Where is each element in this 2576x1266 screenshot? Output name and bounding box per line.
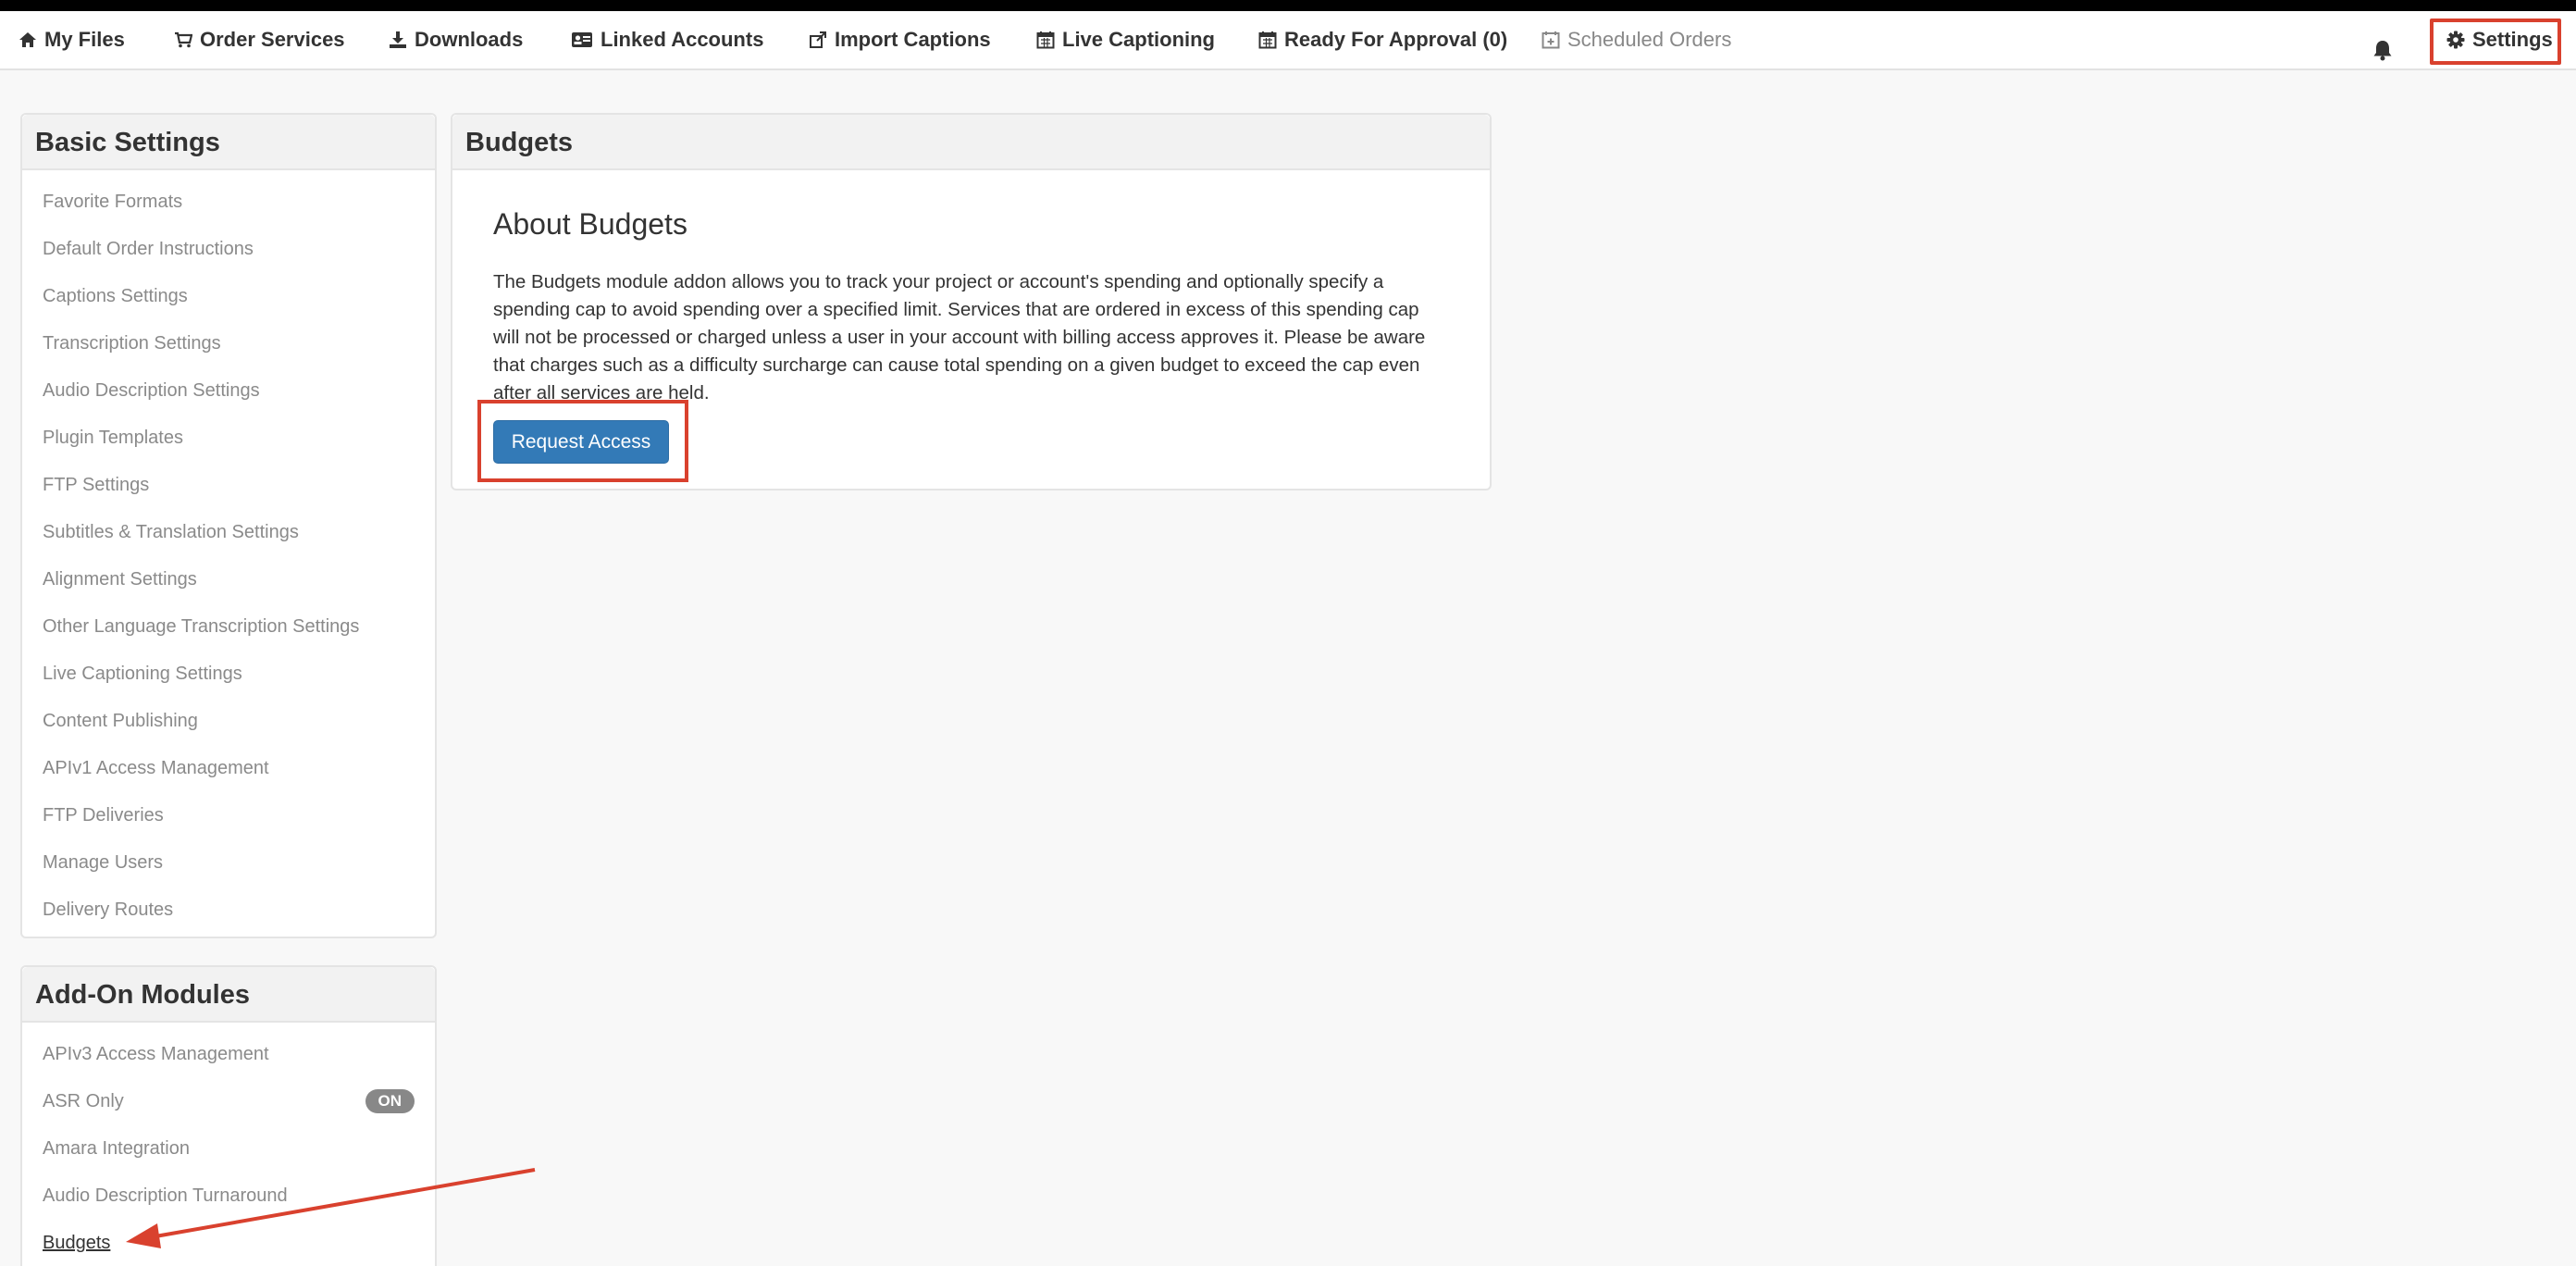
basic-settings-panel: Basic Settings Favorite Formats Default …	[20, 113, 437, 938]
status-badge: ON	[365, 1089, 415, 1113]
basic-settings-title: Basic Settings	[22, 115, 435, 170]
menu-apiv1-access-management[interactable]: APIv1 Access Management	[22, 745, 435, 792]
menu-ftp-settings[interactable]: FTP Settings	[22, 462, 435, 509]
menu-live-captioning-settings[interactable]: Live Captioning Settings	[22, 651, 435, 698]
nav-my-files[interactable]: My Files	[19, 11, 125, 68]
menu-transcription-settings[interactable]: Transcription Settings	[22, 320, 435, 367]
addon-modules-title: Add-On Modules	[22, 967, 435, 1023]
home-icon	[19, 32, 36, 47]
top-black-bar	[0, 0, 2576, 11]
about-budgets-heading: About Budgets	[493, 207, 687, 241]
menu-ftp-deliveries[interactable]: FTP Deliveries	[22, 792, 435, 839]
nav-import-captions-label: Import Captions	[835, 28, 991, 51]
calendar-icon	[1258, 31, 1277, 49]
share-icon	[810, 31, 826, 48]
bell-icon[interactable]	[2372, 39, 2393, 61]
nav-linked-accounts-label: Linked Accounts	[601, 28, 764, 51]
menu-plugin-templates[interactable]: Plugin Templates	[22, 415, 435, 462]
cart-icon	[175, 31, 192, 48]
nav-ready-for-approval[interactable]: Ready For Approval (0)	[1258, 11, 1507, 68]
menu-apiv3-access-management[interactable]: APIv3 Access Management	[22, 1031, 435, 1078]
nav-my-files-label: My Files	[44, 28, 125, 51]
nav-scheduled-orders[interactable]: Scheduled Orders	[1542, 11, 1731, 68]
nav-scheduled-orders-label: Scheduled Orders	[1567, 28, 1732, 51]
budgets-title: Budgets	[452, 115, 1490, 170]
nav-import-captions[interactable]: Import Captions	[809, 11, 991, 68]
menu-other-language-transcription-settings[interactable]: Other Language Transcription Settings	[22, 603, 435, 651]
menu-amara-integration[interactable]: Amara Integration	[22, 1125, 435, 1173]
addon-modules-panel: Add-On Modules APIv3 Access Management A…	[20, 965, 437, 1266]
basic-settings-list: Favorite Formats Default Order Instructi…	[22, 170, 435, 934]
menu-audio-description-settings[interactable]: Audio Description Settings	[22, 367, 435, 415]
menu-alignment-settings[interactable]: Alignment Settings	[22, 556, 435, 603]
top-navbar: My Files Order Services Downloads Linked…	[0, 11, 2576, 70]
request-access-highlight-box	[477, 400, 688, 482]
menu-default-order-instructions[interactable]: Default Order Instructions	[22, 226, 435, 273]
nav-downloads-label: Downloads	[415, 28, 524, 51]
download-icon	[390, 31, 406, 48]
budgets-description: The Budgets module addon allows you to t…	[493, 271, 1426, 403]
nav-downloads[interactable]: Downloads	[389, 11, 523, 68]
menu-budgets[interactable]: Budgets	[22, 1220, 435, 1266]
menu-content-publishing[interactable]: Content Publishing	[22, 698, 435, 745]
menu-audio-description-turnaround[interactable]: Audio Description Turnaround	[22, 1173, 435, 1220]
nav-order-services[interactable]: Order Services	[174, 11, 345, 68]
nav-live-captioning-label: Live Captioning	[1062, 28, 1215, 51]
menu-captions-settings[interactable]: Captions Settings	[22, 273, 435, 320]
settings-highlight-box	[2430, 19, 2561, 65]
addon-modules-list: APIv3 Access Management ASR Only ON Amar…	[22, 1023, 435, 1266]
nav-linked-accounts[interactable]: Linked Accounts	[571, 11, 763, 68]
menu-favorite-formats[interactable]: Favorite Formats	[22, 179, 435, 226]
calendar-icon	[1036, 31, 1055, 49]
menu-manage-users[interactable]: Manage Users	[22, 839, 435, 887]
calendar-plus-icon	[1542, 31, 1560, 49]
id-card-icon	[572, 32, 592, 47]
nav-order-services-label: Order Services	[200, 28, 345, 51]
nav-ready-for-approval-label: Ready For Approval (0)	[1284, 28, 1508, 51]
menu-delivery-routes[interactable]: Delivery Routes	[22, 887, 435, 934]
menu-asr-only[interactable]: ASR Only ON	[22, 1078, 435, 1125]
menu-asr-only-label: ASR Only	[43, 1091, 124, 1111]
nav-live-captioning[interactable]: Live Captioning	[1036, 11, 1215, 68]
menu-subtitles-translation-settings[interactable]: Subtitles & Translation Settings	[22, 509, 435, 556]
